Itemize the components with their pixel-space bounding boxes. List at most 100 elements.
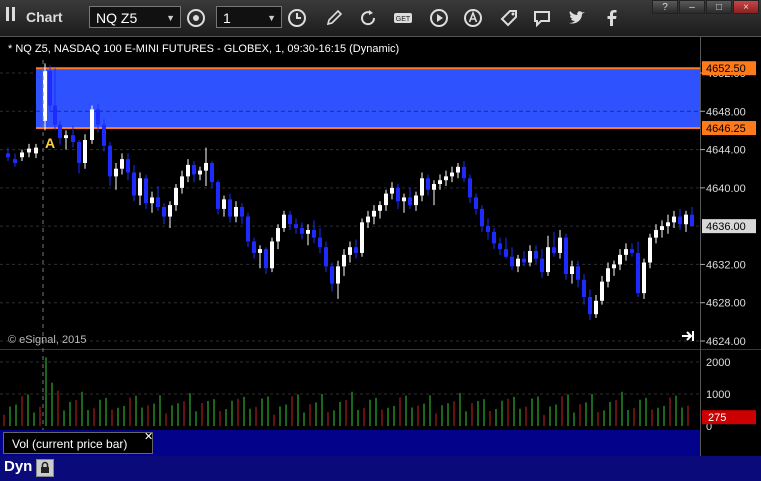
candle-body: [294, 224, 298, 229]
price-tag-lower: 4646.25: [706, 123, 746, 135]
candle-body: [600, 281, 604, 301]
candle-body: [648, 237, 652, 263]
lock-icon[interactable]: [36, 459, 54, 477]
candle-body: [678, 216, 682, 225]
candle-body: [204, 162, 208, 171]
pencil-icon[interactable]: [322, 6, 346, 30]
candle-body: [684, 214, 688, 225]
candle-body: [102, 124, 106, 146]
price-tick-label: 4648.00: [706, 106, 746, 118]
candle-body: [58, 124, 62, 139]
candle-body: [138, 178, 142, 196]
a-circle-icon[interactable]: [461, 6, 485, 30]
candle-body: [318, 237, 322, 248]
link-icon[interactable]: [184, 6, 208, 30]
candle-body: [83, 140, 87, 163]
candle-body: [132, 172, 136, 196]
comment-icon[interactable]: [530, 6, 554, 30]
candle-body: [534, 251, 538, 259]
candle-body: [384, 193, 388, 206]
candle-body: [486, 226, 490, 232]
help-button[interactable]: ?: [652, 0, 678, 14]
minimize-button[interactable]: –: [679, 0, 705, 14]
candle-body: [13, 159, 17, 163]
candle-body: [624, 249, 628, 255]
candle-body: [426, 178, 430, 190]
candle-body: [258, 249, 262, 253]
candle-body: [150, 197, 154, 204]
twitter-icon[interactable]: [565, 6, 589, 30]
candle-body: [108, 145, 112, 177]
candle-body: [438, 180, 442, 185]
candle-body: [53, 105, 57, 125]
candle-body: [492, 231, 496, 244]
candle-body: [672, 216, 676, 223]
candle-body: [276, 228, 280, 242]
price-tick-label: 4624.00: [706, 336, 746, 348]
candle-body: [612, 264, 616, 269]
candle-body: [222, 199, 226, 209]
volume-label: Vol (current price bar): [3, 432, 153, 454]
price-tag-upper: 4652.50: [706, 63, 746, 75]
chevron-down-icon: ▼: [166, 13, 175, 23]
candle-body: [354, 247, 358, 253]
dynamic-mode-label: Dyn: [4, 458, 33, 475]
candle-body: [552, 247, 556, 253]
candle-body: [126, 159, 130, 173]
candle-body: [330, 266, 334, 284]
close-button[interactable]: ×: [733, 0, 759, 14]
candle-body: [504, 249, 508, 257]
candle-body: [414, 195, 418, 206]
candle-body: [43, 71, 47, 121]
candle-body: [396, 187, 400, 202]
chart-title: * NQ Z5, NASDAQ 100 E-MINI FUTURES - GLO…: [8, 43, 399, 55]
candle-body: [240, 207, 244, 217]
candle-body: [180, 176, 184, 188]
candle-body: [20, 152, 24, 158]
candle-body: [372, 210, 376, 217]
candle-body: [498, 243, 502, 250]
chevron-down-icon: ▼: [267, 13, 276, 23]
price-chart[interactable]: 4652.004648.004644.004640.004632.004628.…: [0, 37, 761, 460]
candle-body: [210, 162, 214, 183]
facebook-icon[interactable]: [600, 6, 624, 30]
candle-body: [186, 164, 190, 177]
play-icon[interactable]: [427, 6, 451, 30]
candle-body: [516, 258, 520, 267]
tag-icon[interactable]: [497, 6, 521, 30]
candle-body: [540, 258, 544, 273]
candle-body: [582, 279, 586, 297]
maximize-button[interactable]: □: [706, 0, 732, 14]
price-tick-label: 4632.00: [706, 259, 746, 271]
candle-body: [27, 148, 31, 153]
get-icon[interactable]: GET: [391, 6, 415, 30]
interval-combo[interactable]: 1 ▼: [216, 6, 282, 28]
candle-body: [71, 135, 75, 142]
candle-body: [636, 252, 640, 294]
candle-body: [48, 71, 52, 106]
status-bar: Dyn: [0, 456, 761, 481]
candle-body: [198, 170, 202, 175]
refresh-icon[interactable]: [356, 6, 380, 30]
candle-body: [306, 229, 310, 234]
candle-body: [420, 178, 424, 196]
clock-icon[interactable]: [285, 6, 309, 30]
price-tick-label: 4640.00: [706, 183, 746, 195]
candle-body: [162, 207, 166, 217]
symbol-combo[interactable]: NQ Z5 ▼: [89, 6, 181, 28]
close-icon[interactable]: ✕: [144, 430, 153, 443]
volume-tick-label: 2000: [706, 357, 730, 369]
candle-body: [444, 176, 448, 181]
candle-body: [6, 153, 10, 158]
candle-body: [576, 266, 580, 280]
candle-body: [510, 256, 514, 267]
interval-value: 1: [223, 10, 231, 26]
candle-body: [168, 205, 172, 217]
candle-body: [144, 178, 148, 204]
candle-body: [666, 222, 670, 227]
svg-text:GET: GET: [396, 16, 411, 23]
candle-body: [300, 228, 304, 234]
app-title: Chart: [26, 9, 63, 25]
candle-body: [324, 247, 328, 267]
candle-body: [34, 147, 38, 154]
